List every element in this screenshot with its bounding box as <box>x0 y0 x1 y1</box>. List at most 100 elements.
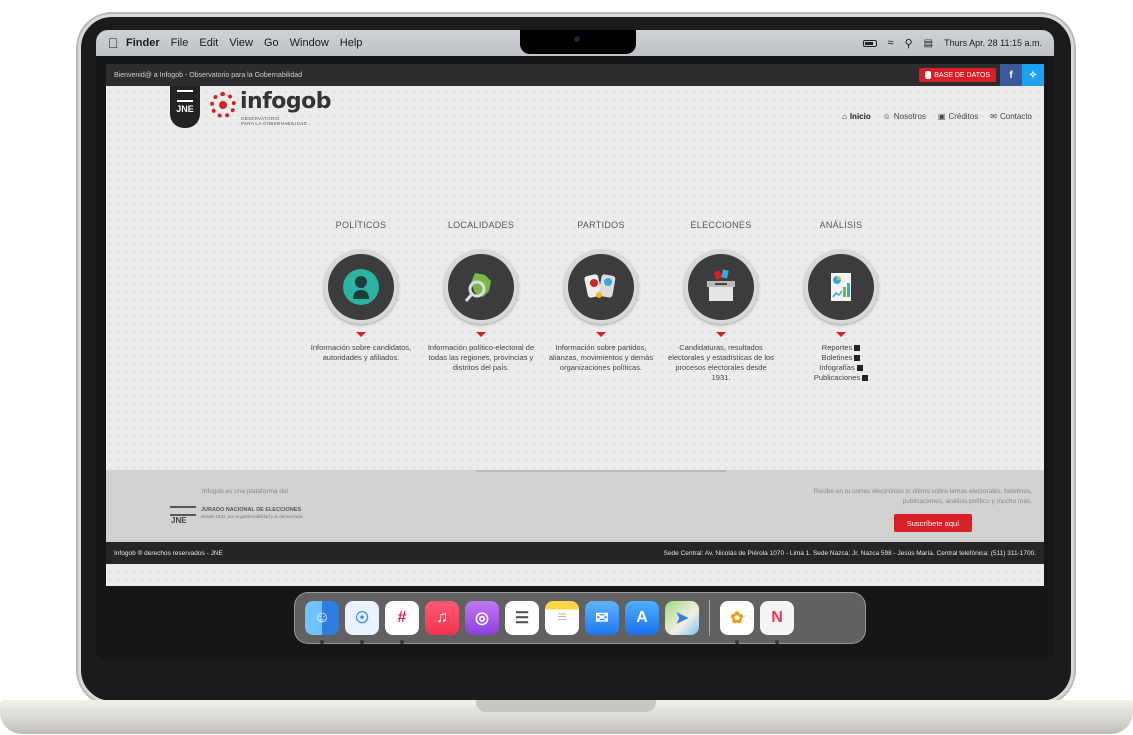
app-store-icon[interactable]: A <box>625 601 659 635</box>
notes-icon[interactable]: ≡ <box>545 601 579 635</box>
chevron-down-icon <box>596 332 606 337</box>
category-politicos[interactable]: POLÍTICOS Información sobre candidatos, … <box>306 220 416 363</box>
maps-icon[interactable]: ➤ <box>665 601 699 635</box>
link-label: Publicaciones <box>813 373 861 382</box>
music-icon[interactable]: ♫ <box>425 601 459 635</box>
link-reportes[interactable]: Reportes <box>786 343 896 353</box>
running-indicator <box>320 640 324 644</box>
infogob-swirl-icon[interactable] <box>210 92 236 118</box>
category-description: Información político-electoral de todas … <box>427 343 535 372</box>
battery-icon[interactable] <box>862 39 877 47</box>
address-text: Sede Central: Av. Nicolás de Piérola 107… <box>663 549 1036 557</box>
nav-inicio[interactable]: ⌂ Inicio <box>842 112 871 121</box>
spotlight-search-icon[interactable]: ⚲ <box>905 37 913 50</box>
category-partidos-button[interactable] <box>564 250 638 324</box>
slack-icon[interactable]: # <box>385 601 419 644</box>
jne-name: JURADO NACIONAL DE ELECCIONES <box>201 507 302 513</box>
site-footer: Infogob es una plataforma del JNE JURADO… <box>106 470 1044 542</box>
database-button-label: BASE DE DATOS <box>934 71 990 79</box>
app-store-glyph: A <box>636 609 648 626</box>
link-infografias[interactable]: Infografías <box>786 363 896 373</box>
site-header: JNE infogob OBSERVATORIO PARA LA GOBERNA… <box>106 86 1044 138</box>
photos-glyph: ✿ <box>730 610 744 627</box>
analysis-links: Reportes Boletines Infografías Publicaci… <box>786 343 896 383</box>
copyright-text: Infogob ® derechos reservados - JNE <box>114 549 223 557</box>
welcome-text: Bienvenid@ a Infogob - Observatorio para… <box>114 71 303 79</box>
news-icon[interactable]: N <box>760 601 794 644</box>
infogob-subtitle: OBSERVATORIO PARA LA GOBERNABILIDAD <box>241 116 307 126</box>
mail-icon[interactable]: ✉ <box>585 601 619 635</box>
finder-glyph: ☺ <box>313 609 331 626</box>
platform-text: Infogob es una plataforma del <box>202 488 289 495</box>
jne-footer-logo-text: JNE <box>171 516 187 525</box>
menubar-status-area: ≈ ⚲ ▤ Thurs Apr. 28 11:15 a.m. <box>862 37 1042 50</box>
map-magnifier-icon <box>464 273 491 302</box>
category-description: Información sobre candidatos, autoridade… <box>310 343 412 362</box>
menu-edit[interactable]: Edit <box>199 37 218 49</box>
wifi-icon[interactable]: ≈ <box>888 37 894 49</box>
screen:  Finder File Edit View Go Window Help ≈… <box>96 30 1054 660</box>
safari-icon[interactable]: ☉ <box>345 601 379 644</box>
category-title: LOCALIDADES <box>447 220 515 230</box>
control-center-icon[interactable]: ▤ <box>924 38 933 49</box>
facebook-icon[interactable]: f <box>1000 64 1022 86</box>
subscribe-button[interactable]: Suscríbete aquí <box>894 514 972 532</box>
category-politicos-button[interactable] <box>324 250 398 324</box>
menu-help[interactable]: Help <box>340 37 363 49</box>
nav-contacto-label: Contacto <box>999 112 1032 121</box>
menu-window[interactable]: Window <box>290 37 329 49</box>
external-link-icon <box>856 365 863 371</box>
jne-footer-logo[interactable]: JNE <box>170 504 196 525</box>
category-partidos[interactable]: PARTIDOS Información sobre partidos, ali… <box>546 220 656 373</box>
jne-shield-logo[interactable]: JNE <box>170 86 200 128</box>
twitter-icon[interactable]: ✧ <box>1022 64 1044 86</box>
category-analisis-button[interactable] <box>804 250 878 324</box>
category-elecciones[interactable]: ELECCIONES Candidaturas, resultados elec… <box>666 220 776 383</box>
jne-emblem-icon <box>170 506 196 516</box>
running-indicator <box>775 640 779 644</box>
nav-contacto[interactable]: ✉ Contacto <box>990 112 1032 121</box>
category-elecciones-button[interactable] <box>684 250 758 324</box>
menu-app-name[interactable]: Finder <box>126 37 160 49</box>
reminders-icon[interactable]: ☰ <box>505 601 539 635</box>
report-chart-icon <box>831 273 851 301</box>
finder-icon[interactable]: ☺ <box>305 601 339 644</box>
database-button[interactable]: BASE DE DATOS <box>919 68 996 82</box>
jne-tagline: Desde 1931, por la gobernabilidad y la d… <box>201 514 303 519</box>
newsletter-text: Recibe en tu correo electrónico lo últim… <box>813 488 1032 505</box>
link-label: Reportes <box>821 343 853 352</box>
party-cards-icon <box>584 274 616 298</box>
menu-go[interactable]: Go <box>264 37 279 49</box>
category-title: ANÁLISIS <box>819 220 863 230</box>
people-icon: ☺ <box>882 112 891 121</box>
laptop-base-notch <box>476 700 656 712</box>
maps-glyph: ➤ <box>675 610 689 627</box>
photos-icon[interactable]: ✿ <box>720 601 754 644</box>
menu-file[interactable]: File <box>171 37 189 49</box>
chevron-down-icon <box>356 332 366 337</box>
external-link-icon <box>862 375 869 381</box>
category-localidades-button[interactable] <box>444 250 518 324</box>
main-nav: ⌂ Inicio ☺ Nosotros ▣ Créditos ✉ Contact… <box>842 112 1032 121</box>
link-boletines[interactable]: Boletines <box>786 353 896 363</box>
running-indicator <box>735 640 739 644</box>
camera-icon: ▣ <box>937 112 946 121</box>
jne-shield-text: JNE <box>176 104 194 114</box>
link-publicaciones[interactable]: Publicaciones <box>786 373 896 383</box>
nav-nosotros[interactable]: ☺ Nosotros <box>883 112 926 121</box>
category-localidades[interactable]: LOCALIDADES Información político-elector… <box>426 220 536 373</box>
podcasts-icon[interactable]: ◎ <box>465 601 499 635</box>
nav-creditos[interactable]: ▣ Créditos <box>938 112 978 121</box>
infogob-brand[interactable]: infogob <box>240 89 332 114</box>
menubar-clock[interactable]: Thurs Apr. 28 11:15 a.m. <box>944 38 1042 48</box>
category-title: PARTIDOS <box>577 220 625 230</box>
category-description: Información sobre partidos, alianzas, mo… <box>548 343 654 372</box>
news-glyph: N <box>771 609 783 626</box>
category-analisis[interactable]: ANÁLISIS Reportes Boletines Infografías … <box>786 220 896 383</box>
menu-view[interactable]: View <box>229 37 253 49</box>
link-label: Boletines <box>821 353 853 362</box>
mail-glyph: ✉ <box>595 610 609 627</box>
music-glyph: ♫ <box>436 609 448 626</box>
apple-logo-icon[interactable]:  <box>108 35 126 51</box>
category-title: POLÍTICOS <box>335 220 387 230</box>
